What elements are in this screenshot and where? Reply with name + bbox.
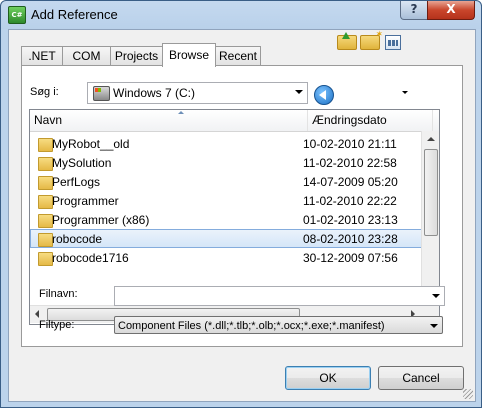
scroll-up-icon[interactable] (427, 137, 435, 141)
item-date: 30-12-2009 07:56 (303, 251, 398, 265)
folder-icon (38, 214, 53, 228)
item-name: Programmer (x86) (52, 213, 150, 227)
tab-recent[interactable]: Recent (215, 46, 261, 66)
item-name: PerfLogs (52, 175, 101, 189)
vertical-scroll-thumb[interactable] (424, 149, 438, 236)
filetype-value: Component Files (*.dll;*.tlb;*.olb;*.ocx… (118, 320, 385, 332)
add-reference-dialog: C# Add Reference ? X .NET COM Projects B… (0, 0, 482, 408)
close-button[interactable]: X (427, 1, 475, 20)
item-name: Programmer (52, 194, 119, 208)
back-icon[interactable] (314, 85, 334, 105)
view-menu-arrow-icon[interactable] (402, 91, 408, 94)
cancel-button[interactable]: Cancel (378, 366, 464, 390)
item-name: MySolution (52, 156, 112, 170)
list-header: Navn Ændringsdato (30, 110, 439, 132)
list-item[interactable]: MySolution 11-02-2010 22:58 (31, 154, 421, 173)
list-item[interactable]: Programmer (x86) 01-02-2010 23:13 (31, 211, 421, 230)
csharp-app-icon: C# (8, 6, 26, 24)
resize-grip[interactable] (463, 389, 473, 399)
chevron-down-icon (295, 90, 303, 94)
chevron-down-icon[interactable] (432, 294, 440, 298)
list-item[interactable]: robocode1716 30-12-2009 07:56 (31, 249, 421, 268)
item-date: 14-07-2009 05:20 (303, 175, 398, 189)
tab-browse[interactable]: Browse (162, 43, 216, 67)
chevron-down-icon (430, 324, 438, 328)
item-date: 11-02-2010 22:22 (303, 194, 397, 208)
filetype-dropdown[interactable]: Component Files (*.dll;*.tlb;*.olb;*.ocx… (114, 316, 443, 334)
item-name: robocode1716 (52, 251, 129, 265)
column-date[interactable]: Ændringsdato (308, 110, 433, 131)
filename-input[interactable] (114, 286, 445, 306)
tab-projects[interactable]: Projects (110, 46, 163, 66)
list-item[interactable]: MyRobot__old 10-02-2010 21:11 (31, 135, 421, 154)
folder-icon (38, 176, 53, 190)
drive-icon (93, 86, 110, 101)
folder-icon (38, 138, 53, 152)
sort-ascending-icon (178, 111, 184, 114)
item-date: 01-02-2010 23:13 (303, 213, 398, 227)
item-date: 11-02-2010 22:58 (303, 156, 397, 170)
list-item[interactable]: Programmer 11-02-2010 22:22 (31, 192, 421, 211)
look-in-label: Søg i: (30, 86, 59, 98)
item-name: MyRobot__old (52, 137, 130, 151)
scroll-left-icon[interactable] (35, 310, 39, 318)
help-button[interactable]: ? (400, 1, 428, 20)
list-item[interactable]: PerfLogs 14-07-2009 05:20 (31, 173, 421, 192)
filetype-label: Filtype: (39, 319, 75, 331)
new-folder-icon[interactable] (360, 29, 383, 50)
dialog-body: .NET COM Projects Browse Recent Søg i: W… (8, 29, 476, 402)
folder-icon (38, 233, 53, 247)
item-date: 08-02-2010 23:28 (303, 232, 398, 246)
ok-button[interactable]: OK (285, 366, 371, 390)
folder-icon (38, 157, 53, 171)
folder-icon (38, 252, 53, 266)
look-in-dropdown[interactable]: Windows 7 (C:) (87, 82, 308, 104)
window-title: Add Reference (31, 7, 118, 22)
filename-label: Filnavn: (39, 288, 78, 300)
look-in-value: Windows 7 (C:) (113, 86, 196, 100)
tab-com[interactable]: COM (62, 46, 111, 66)
title-bar[interactable]: C# Add Reference ? X (1, 1, 481, 29)
list-item-selected[interactable]: robocode 08-02-2010 23:28 (30, 229, 422, 248)
item-date: 10-02-2010 21:11 (303, 137, 397, 151)
view-menu-icon[interactable] (385, 35, 401, 50)
item-name: robocode (52, 232, 103, 246)
vertical-scrollbar[interactable] (421, 131, 439, 305)
column-name[interactable]: Navn (30, 110, 308, 131)
folder-icon (38, 195, 53, 209)
tab-dotnet[interactable]: .NET (21, 46, 63, 66)
folder-up-icon[interactable] (337, 32, 357, 50)
